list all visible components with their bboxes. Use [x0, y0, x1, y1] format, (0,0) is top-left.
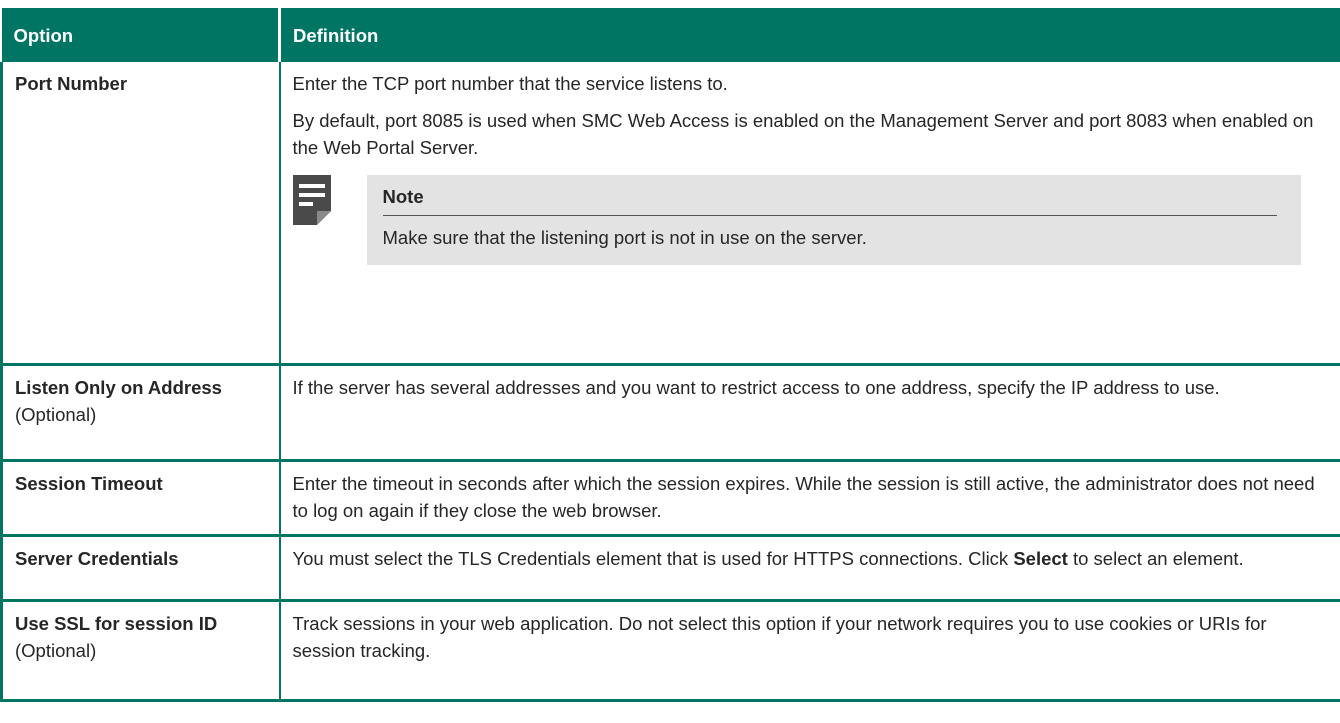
- options-table-container: Option Definition Port Number Enter the …: [0, 8, 1340, 702]
- option-cell: Port Number: [0, 62, 281, 366]
- option-cell: Session Timeout: [0, 460, 281, 537]
- definition-cell: Enter the timeout in seconds after which…: [278, 460, 1340, 537]
- definition-cell: You must select the TLS Credentials elem…: [278, 535, 1340, 602]
- note-text: Make sure that the listening port is not…: [382, 227, 867, 248]
- definition-text: Enter the timeout in seconds after which…: [292, 472, 1315, 521]
- definition-cell: If the server has several addresses and …: [278, 364, 1340, 462]
- option-name: Port Number: [15, 73, 128, 94]
- option-cell: Server Credentials: [0, 535, 281, 602]
- definition-text: Track sessions in your web application. …: [292, 612, 1267, 661]
- option-cell: Listen Only on Address (Optional): [0, 364, 281, 462]
- table-header-row: Option Definition: [1, 8, 1340, 62]
- select-ui-label: Select: [1013, 547, 1068, 569]
- note: Note Make sure that the listening port i…: [292, 175, 1335, 265]
- definition-text: You must select the TLS Credentials elem…: [293, 545, 1335, 572]
- note-icon: [292, 175, 331, 225]
- note-title: Note: [382, 183, 1277, 216]
- definition-cell: Enter the TCP port number that the servi…: [278, 62, 1340, 366]
- table-row-server-credentials: Server Credentials You must select the T…: [0, 535, 1340, 602]
- table-row-session-timeout: Session Timeout Enter the timeout in sec…: [0, 460, 1340, 537]
- options-table: Option Definition Port Number Enter the …: [0, 8, 1340, 702]
- option-cell: Use SSL for session ID (Optional): [0, 600, 281, 702]
- table-row-listen-only-on-address: Listen Only on Address (Optional) If the…: [0, 364, 1340, 462]
- definition-cell: Track sessions in your web application. …: [278, 600, 1340, 702]
- definition-text: If the server has several addresses and …: [292, 376, 1220, 398]
- option-name: Listen Only on Address: [15, 376, 222, 398]
- header-option: Option: [1, 8, 281, 62]
- option-name: Server Credentials: [15, 547, 179, 569]
- table-row-use-ssl-for-session-id: Use SSL for session ID (Optional) Track …: [0, 600, 1340, 702]
- option-qualifier: (Optional): [15, 639, 97, 661]
- definition-text: By default, port 8085 is used when SMC W…: [292, 110, 1314, 158]
- note-box: Note Make sure that the listening port i…: [366, 175, 1301, 265]
- header-definition: Definition: [279, 8, 1340, 62]
- option-name: Use SSL for session ID: [15, 612, 218, 634]
- definition-text-part: You must select the TLS Credentials elem…: [292, 547, 1014, 569]
- option-name: Session Timeout: [15, 472, 163, 494]
- option-qualifier: (Optional): [15, 403, 97, 425]
- definition-text: Enter the TCP port number that the servi…: [292, 73, 728, 94]
- definition-text-part: to select an element.: [1067, 547, 1244, 569]
- table-row-port-number: Port Number Enter the TCP port number th…: [0, 62, 1340, 366]
